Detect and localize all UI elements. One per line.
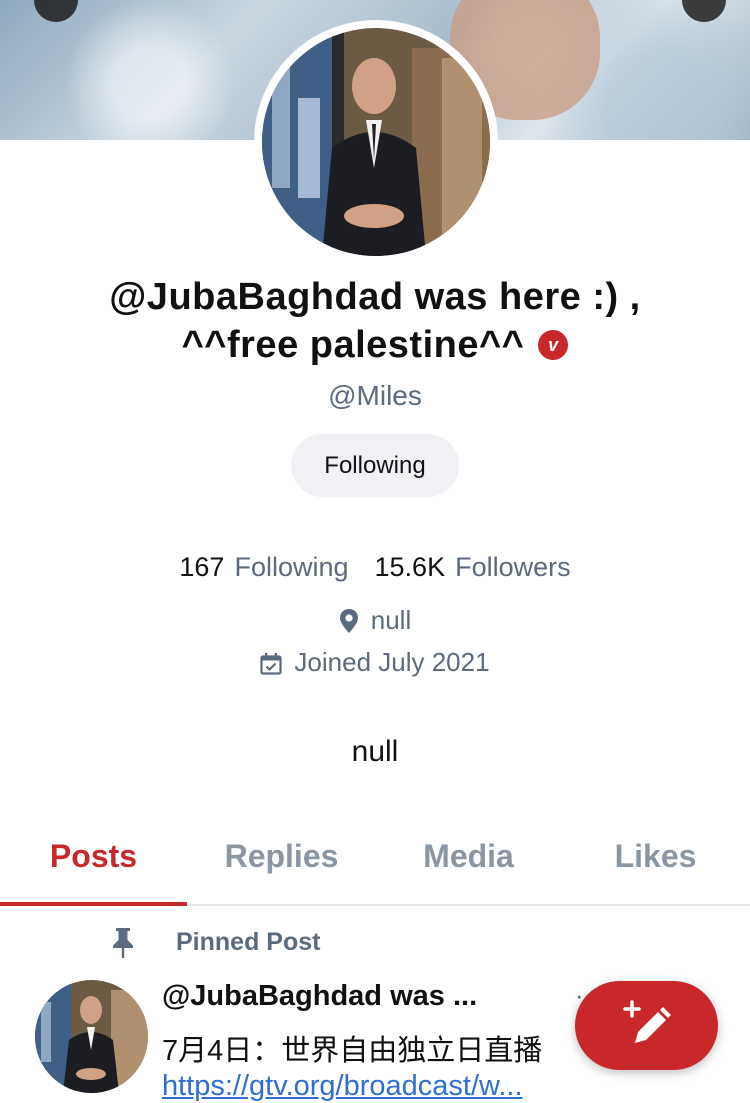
following-count: 167 <box>179 552 225 582</box>
pushpin-icon <box>113 928 133 958</box>
banner-decoration <box>682 0 726 22</box>
banner-decoration <box>34 0 78 22</box>
profile-tabs: Posts Replies Media Likes <box>0 820 750 906</box>
tab-media[interactable]: Media <box>375 838 562 875</box>
user-handle: @Miles <box>328 380 422 411</box>
bio-text: null <box>351 735 399 768</box>
post-author-avatar[interactable] <box>35 980 148 1093</box>
display-name-text: ^^free palestine^^ <box>181 324 525 366</box>
joined-row: Joined July 2021 <box>0 647 750 678</box>
calendar-check-icon <box>260 653 283 675</box>
followers-stat[interactable]: 15.6K Followers <box>375 552 571 582</box>
verified-badge-icon: v <box>538 330 569 360</box>
location-row: null <box>0 605 750 636</box>
tab-replies[interactable]: Replies <box>188 838 375 875</box>
active-tab-indicator <box>0 902 187 906</box>
joined-date: Joined July 2021 <box>294 647 490 677</box>
display-name-line-1: @JubaBaghdad was here :) , <box>109 276 641 318</box>
display-name-line-2: ^^free palestine^^ v <box>0 324 750 367</box>
avatar[interactable] <box>262 28 490 256</box>
compose-button[interactable] <box>575 981 718 1070</box>
compose-pencil-icon <box>623 1000 671 1043</box>
post-body-text: 7月4日：世界自由独立日直播 <box>162 1035 543 1067</box>
location-text: null <box>370 605 412 635</box>
tab-posts[interactable]: Posts <box>0 838 187 875</box>
pinned-post-label: Pinned Post <box>176 928 321 956</box>
followers-label: Followers <box>455 552 571 582</box>
map-pin-icon <box>339 609 358 633</box>
following-stat[interactable]: 167 Following <box>179 552 348 582</box>
follow-stats: 167 Following 15.6K Followers <box>0 552 750 583</box>
tab-likes[interactable]: Likes <box>562 838 749 875</box>
followers-count: 15.6K <box>374 552 446 582</box>
post-author-name[interactable]: @JubaBaghdad was ... <box>162 980 477 1013</box>
following-label: Following <box>234 552 349 582</box>
post-link[interactable]: https://gtv.org/broadcast/w... <box>162 1070 523 1103</box>
following-button[interactable]: Following <box>291 434 459 497</box>
